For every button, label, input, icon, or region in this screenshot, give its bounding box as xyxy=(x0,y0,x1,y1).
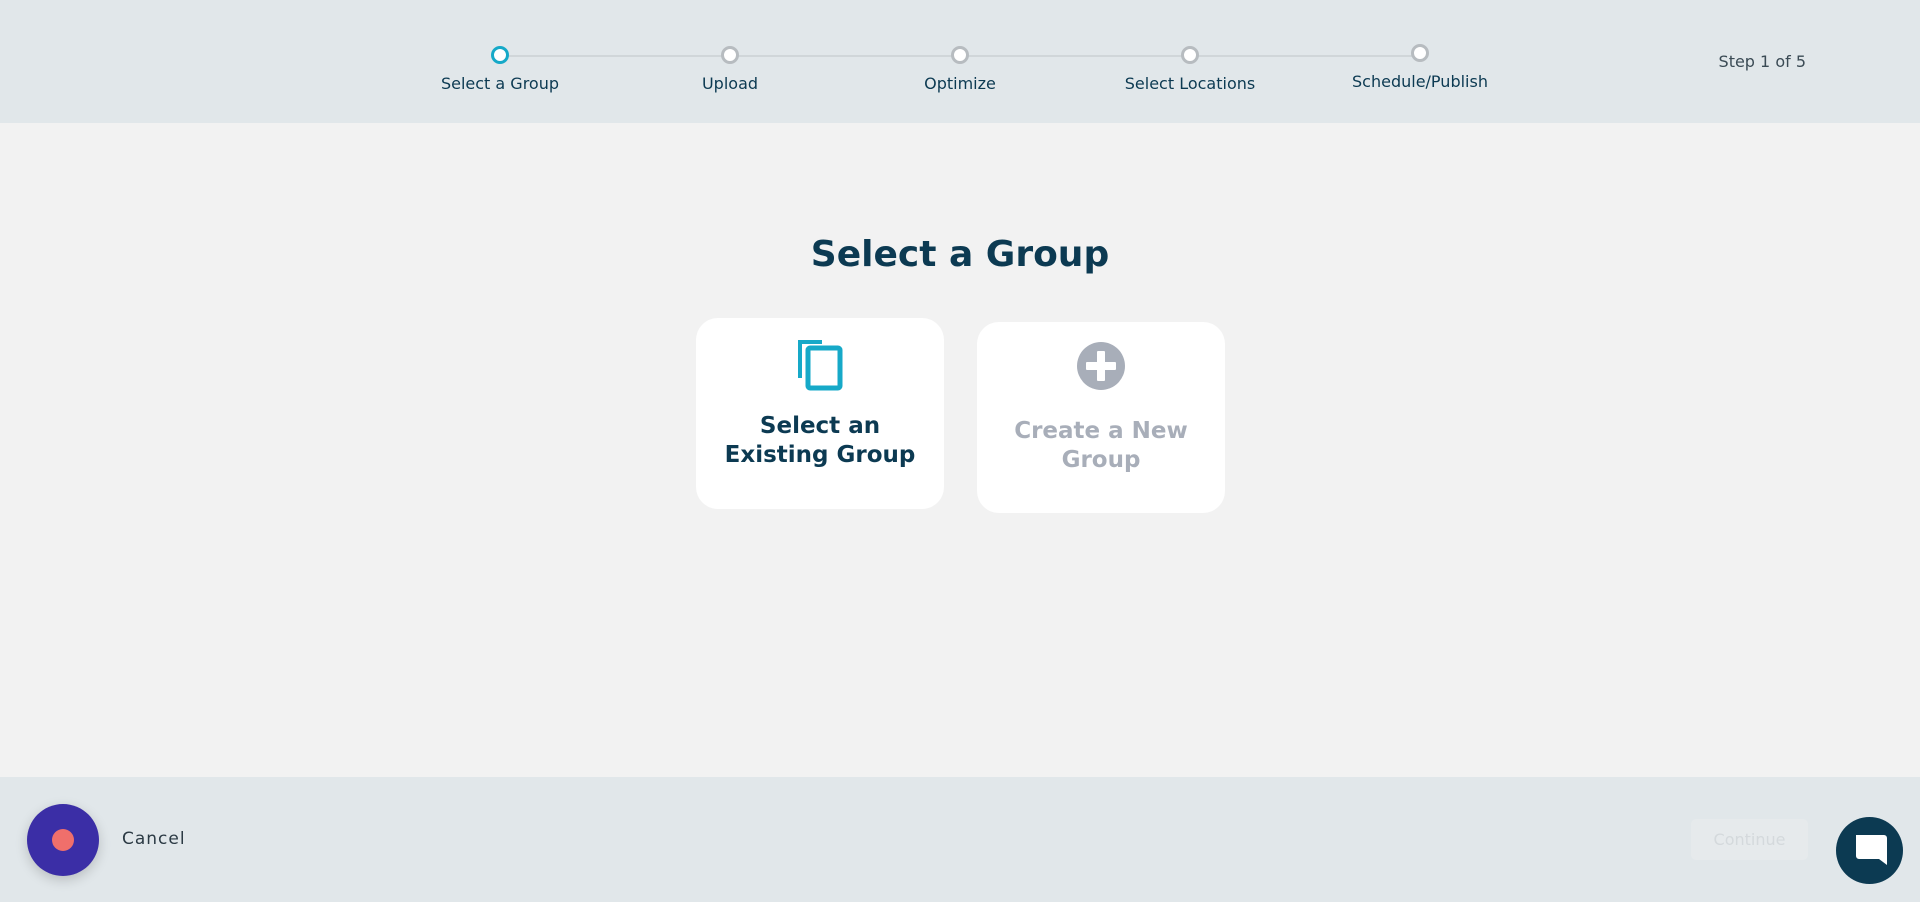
cancel-button[interactable]: Cancel xyxy=(122,829,186,849)
step-label: Select a Group xyxy=(440,74,560,93)
step-upload[interactable]: Upload xyxy=(630,46,830,93)
footer-bar xyxy=(0,777,1920,902)
record-button[interactable] xyxy=(27,804,99,876)
chat-button[interactable] xyxy=(1836,817,1903,884)
step-dot xyxy=(721,46,739,64)
step-select-locations[interactable]: Select Locations xyxy=(1090,46,1290,93)
chat-icon xyxy=(1850,829,1890,873)
step-dot xyxy=(1181,46,1199,64)
step-dot-active xyxy=(491,46,509,64)
step-label: Optimize xyxy=(924,74,996,93)
card-label: Select an Existing Group xyxy=(724,413,916,468)
continue-button[interactable]: Continue xyxy=(1691,819,1808,860)
step-label: Upload xyxy=(701,74,759,93)
select-existing-group-card[interactable]: Select an Existing Group xyxy=(696,318,944,509)
step-label: Select Locations xyxy=(1124,74,1256,93)
step-label: Schedule/Publish xyxy=(1352,72,1488,91)
progress-stepper: Select a Group Upload Optimize Select Lo… xyxy=(0,0,1920,123)
record-icon xyxy=(52,829,74,851)
page-title: Select a Group xyxy=(810,234,1110,275)
copy-icon xyxy=(696,336,944,392)
plus-circle-icon xyxy=(977,341,1225,391)
step-dot xyxy=(1411,44,1429,62)
step-select-a-group[interactable]: Select a Group xyxy=(400,46,600,93)
create-new-group-card[interactable]: Create a New Group xyxy=(977,322,1225,513)
step-schedule-publish[interactable]: Schedule/Publish xyxy=(1320,44,1520,91)
card-label: Create a New Group xyxy=(1014,418,1188,473)
step-count: Step 1 of 5 xyxy=(1718,52,1806,71)
step-optimize[interactable]: Optimize xyxy=(860,46,1060,93)
step-dot xyxy=(951,46,969,64)
